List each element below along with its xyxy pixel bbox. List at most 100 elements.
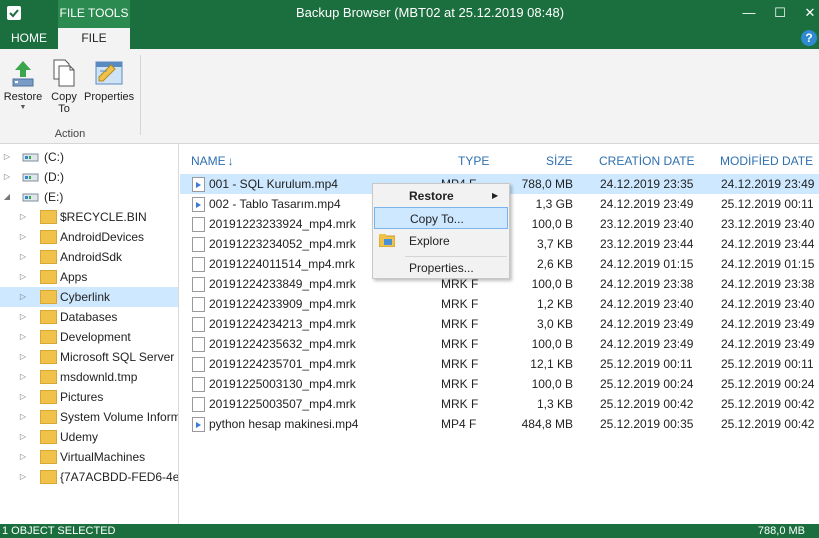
menu-item-restore[interactable]: Restore ▶ xyxy=(374,185,508,207)
tree-item[interactable]: ▷ Pictures xyxy=(0,387,178,407)
tree-expander-icon[interactable]: ◢ xyxy=(2,187,12,207)
tree-item[interactable]: ▷ AndroidDevices xyxy=(0,227,178,247)
column-header-name[interactable]: NAME ↓ xyxy=(191,154,234,170)
tree-item[interactable]: ▷ Cyberlink xyxy=(0,287,178,307)
tree-expander-icon[interactable]: ▷ xyxy=(18,287,28,307)
minimize-button[interactable]: — xyxy=(734,0,764,28)
tree-item-label: (E:) xyxy=(44,190,64,204)
folder-tree[interactable]: ▷ (C:) ▷ (D:) ◢ (E:) ▷ $RECYCLE.BIN ▷ AndroidDevi… xyxy=(0,144,179,524)
file-row[interactable]: 20191224235632_mp4.mrk MRK F 100,0 B 24.12.… xyxy=(180,334,819,354)
restore-label: Restore xyxy=(3,91,43,103)
tree-item[interactable]: ▷ Microsoft SQL Server xyxy=(0,347,178,367)
tree-expander-icon[interactable]: ▷ xyxy=(2,167,12,187)
file-creation-date: 24.12.2019 23:49 xyxy=(600,317,694,331)
video-file-icon xyxy=(192,417,205,432)
tree-expander-icon[interactable]: ▷ xyxy=(18,427,28,447)
tab-home[interactable]: HOME xyxy=(0,28,58,49)
file-creation-date: 25.12.2019 00:24 xyxy=(600,377,694,391)
file-type: MRK F xyxy=(441,377,479,391)
tree-item[interactable]: ▷ VirtualMachines xyxy=(0,447,178,467)
tree-item[interactable]: ▷ System Volume Inform xyxy=(0,407,178,427)
file-modified-date: 24.12.2019 23:49 xyxy=(721,317,815,331)
tree-item[interactable]: ▷ Development xyxy=(0,327,178,347)
file-modified-date: 25.12.2019 00:42 xyxy=(721,397,815,411)
file-row[interactable]: 20191225003507_mp4.mrk MRK F 1,3 KB 25.12.2… xyxy=(180,394,819,414)
tree-item[interactable]: ▷ AndroidSdk xyxy=(0,247,178,267)
video-file-icon xyxy=(192,197,205,212)
tree-expander-icon[interactable]: ▷ xyxy=(18,307,28,327)
tree-item-label: (D:) xyxy=(44,170,64,184)
explore-icon xyxy=(379,234,395,247)
copy-to-icon xyxy=(53,59,75,87)
file-row[interactable]: 20191224235701_mp4.mrk MRK F 12,1 KB 25.12.… xyxy=(180,354,819,374)
tree-item[interactable]: ▷ Apps xyxy=(0,267,178,287)
drive-icon xyxy=(22,170,39,184)
file-icon xyxy=(192,297,205,312)
help-icon[interactable]: ? xyxy=(801,30,817,46)
file-row[interactable]: 20191224233909_mp4.mrk MRK F 1,2 KB 24.12.2… xyxy=(180,294,819,314)
menu-item-copy-to[interactable]: Copy To... xyxy=(374,207,508,229)
tree-item-label: Cyberlink xyxy=(60,290,111,304)
restore-button[interactable]: Restore ▼ xyxy=(2,57,44,111)
tree-expander-icon[interactable]: ▷ xyxy=(18,447,28,467)
tree-item[interactable]: ▷ (D:) xyxy=(0,167,178,187)
tree-item[interactable]: ◢ (E:) xyxy=(0,187,178,207)
app-icon xyxy=(7,6,21,20)
tree-expander-icon[interactable]: ▷ xyxy=(18,467,28,487)
tree-item[interactable]: ▷ {7A7ACBDD-FED6-4ec xyxy=(0,467,178,487)
tree-expander-icon[interactable]: ▷ xyxy=(18,227,28,247)
file-row[interactable]: 20191225003130_mp4.mrk MRK F 100,0 B 25.12.… xyxy=(180,374,819,394)
menu-item-properties-label: Properties... xyxy=(409,261,474,275)
file-modified-date: 24.12.2019 01:15 xyxy=(721,257,815,271)
tree-expander-icon[interactable]: ▷ xyxy=(18,247,28,267)
tree-expander-icon[interactable]: ▷ xyxy=(18,387,28,407)
file-name: 20191224235632_mp4.mrk xyxy=(209,337,356,351)
restore-dropdown-icon[interactable]: ▼ xyxy=(2,104,44,111)
tree-item-label: VirtualMachines xyxy=(60,450,146,464)
folder-icon xyxy=(40,410,57,424)
column-header-type[interactable]: TYPE xyxy=(458,154,489,170)
tree-item[interactable]: ▷ $RECYCLE.BIN xyxy=(0,207,178,227)
sort-descending-icon: ↓ xyxy=(227,154,234,168)
tree-item[interactable]: ▷ msdownld.tmp xyxy=(0,367,178,387)
tree-item-label: Development xyxy=(60,330,131,344)
tree-item[interactable]: ▷ Udemy xyxy=(0,427,178,447)
file-type: MP4 F xyxy=(441,417,477,431)
column-header-name-label: NAME xyxy=(191,154,226,168)
column-header-size[interactable]: SİZE xyxy=(546,154,573,170)
copy-to-button[interactable]: Copy To xyxy=(46,57,82,115)
properties-button[interactable]: Properties xyxy=(84,57,134,103)
tree-item[interactable]: ▷ Databases xyxy=(0,307,178,327)
backup-browser-window: FILE TOOLS Backup Browser (MBT02 at 25.1… xyxy=(0,0,819,538)
file-row[interactable]: python hesap makinesi.mp4 MP4 F 484,8 MB 25… xyxy=(180,414,819,434)
tree-expander-icon[interactable]: ▷ xyxy=(18,327,28,347)
file-creation-date: 24.12.2019 23:49 xyxy=(600,337,694,351)
file-icon xyxy=(192,377,205,392)
tree-expander-icon[interactable]: ▷ xyxy=(18,407,28,427)
file-row[interactable]: 20191224234213_mp4.mrk MRK F 3,0 KB 24.12.2… xyxy=(180,314,819,334)
tree-expander-icon[interactable]: ▷ xyxy=(18,207,28,227)
ribbon-group-label-action: Action xyxy=(54,128,86,140)
file-modified-date: 24.12.2019 23:49 xyxy=(721,177,815,191)
column-header-modified-date[interactable]: MODİFİED DATE xyxy=(720,154,813,170)
menu-item-restore-label: Restore xyxy=(409,189,454,203)
tab-file[interactable]: FILE xyxy=(58,28,130,49)
tree-expander-icon[interactable]: ▷ xyxy=(18,347,28,367)
column-header-creation-date[interactable]: CREATİON DATE xyxy=(599,154,695,170)
close-button[interactable]: ✕ xyxy=(795,0,819,28)
maximize-button[interactable]: ☐ xyxy=(765,0,795,28)
submenu-arrow-icon: ▶ xyxy=(492,191,499,200)
menu-item-explore[interactable]: Explore xyxy=(374,230,508,252)
file-creation-date: 23.12.2019 23:40 xyxy=(600,217,694,231)
file-name: 20191224235701_mp4.mrk xyxy=(209,357,356,371)
tree-expander-icon[interactable]: ▷ xyxy=(18,267,28,287)
ribbon-tab-row: HOME FILE ? xyxy=(0,28,819,49)
tree-item[interactable]: ▷ (C:) xyxy=(0,147,178,167)
file-modified-date: 25.12.2019 00:11 xyxy=(721,197,814,211)
tree-expander-icon[interactable]: ▷ xyxy=(18,367,28,387)
file-icon xyxy=(192,257,205,272)
folder-icon xyxy=(40,210,57,224)
status-bar: 1 OBJECT SELECTED 788,0 MB xyxy=(0,524,819,538)
menu-item-properties[interactable]: Properties... xyxy=(374,257,508,279)
tree-expander-icon[interactable]: ▷ xyxy=(2,147,12,167)
